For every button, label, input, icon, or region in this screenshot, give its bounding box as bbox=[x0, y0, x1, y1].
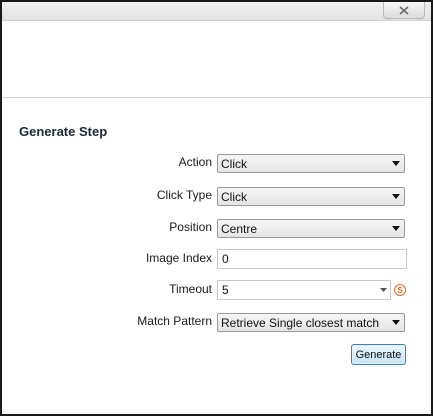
image-index-input[interactable]: 0 bbox=[217, 249, 407, 269]
seconds-unit-icon: S bbox=[394, 284, 406, 296]
position-label: Position bbox=[169, 220, 212, 234]
top-blank-area bbox=[2, 21, 431, 97]
section-divider bbox=[2, 97, 431, 98]
generate-button[interactable]: Generate bbox=[351, 344, 406, 365]
match-pattern-value: Retrieve Single closest match bbox=[221, 315, 380, 330]
timeout-value: 5 bbox=[222, 283, 229, 297]
timeout-label: Timeout bbox=[169, 282, 212, 296]
action-label: Action bbox=[178, 155, 212, 169]
match-pattern-label: Match Pattern bbox=[137, 314, 212, 328]
chevron-down-icon bbox=[388, 220, 404, 237]
close-button[interactable] bbox=[383, 2, 425, 19]
click-type-label: Click Type bbox=[156, 188, 212, 202]
chevron-down-icon bbox=[388, 155, 404, 172]
action-dropdown[interactable]: Click bbox=[217, 154, 405, 173]
chevron-down-icon bbox=[379, 288, 387, 292]
position-value: Centre bbox=[221, 221, 258, 236]
timeout-dropdown-button[interactable] bbox=[376, 281, 390, 299]
image-index-label: Image Index bbox=[145, 251, 212, 265]
click-type-dropdown[interactable]: Click bbox=[217, 187, 405, 206]
click-type-value: Click bbox=[221, 189, 247, 204]
image-index-value: 0 bbox=[222, 252, 229, 266]
timeout-input[interactable]: 5 bbox=[217, 280, 391, 300]
close-icon bbox=[399, 5, 409, 15]
title-bar bbox=[2, 2, 431, 21]
dialog-window: Generate Step Action Click Click Type Cl… bbox=[0, 0, 433, 416]
action-value: Click bbox=[221, 156, 247, 171]
position-dropdown[interactable]: Centre bbox=[217, 219, 405, 238]
section-title: Generate Step bbox=[19, 124, 108, 139]
match-pattern-dropdown[interactable]: Retrieve Single closest match bbox=[217, 313, 405, 332]
chevron-down-icon bbox=[388, 188, 404, 205]
chevron-down-icon bbox=[388, 314, 404, 331]
